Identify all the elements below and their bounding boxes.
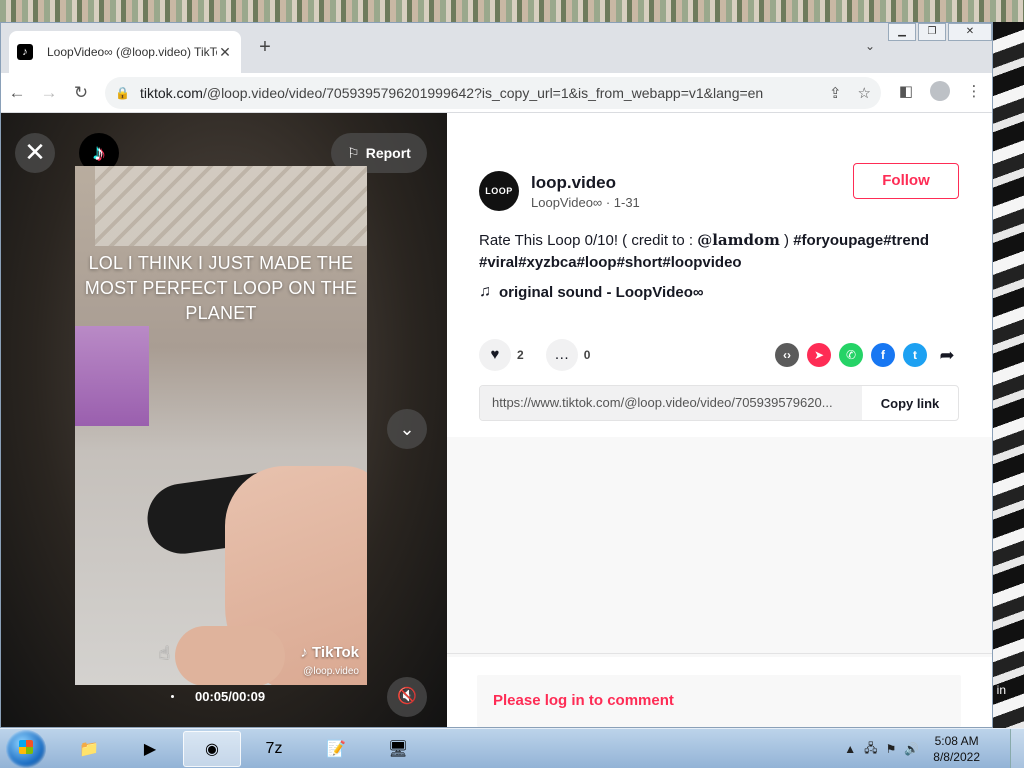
chrome-icon[interactable]: ◉	[183, 731, 241, 767]
divider	[447, 653, 992, 654]
bookmark-star-icon[interactable]: ☆	[858, 84, 871, 102]
report-label: Report	[365, 145, 411, 161]
video-scene-shelf	[95, 166, 367, 246]
forward-arrow-icon[interactable]: →	[33, 83, 65, 103]
notepad-icon[interactable]: 📝	[307, 731, 365, 767]
sound-link[interactable]: ♫ original sound - LoopVideo∞	[479, 283, 704, 301]
desktop-right-strip	[992, 22, 1024, 728]
comment-count: 0	[583, 348, 591, 362]
media-player-icon[interactable]: ▶	[121, 731, 179, 767]
window-close-button[interactable]: ✕	[948, 23, 992, 41]
twitter-icon[interactable]: t	[903, 343, 927, 367]
windows-logo-icon	[19, 740, 33, 754]
copy-link-button[interactable]: Copy link	[862, 396, 958, 411]
facebook-icon[interactable]: f	[871, 343, 895, 367]
task-manager-icon[interactable]: 🖥	[369, 731, 427, 767]
url-host: tiktok.com	[139, 85, 203, 101]
network-icon[interactable]: 🖧	[864, 739, 877, 760]
browser-tab[interactable]: ♪ LoopVideo∞ (@loop.video) TikTo ✕	[9, 31, 241, 73]
description-text: Rate This Loop 0/10! ( credit to :	[479, 232, 698, 249]
author-row: LOOP loop.video LoopVideo∞ · 1-31 Follow	[479, 163, 959, 211]
hand-cursor-icon: ☝	[159, 643, 170, 663]
author-subline: LoopVideo∞ · 1-31	[531, 194, 640, 210]
login-to-comment-link[interactable]: Please log in to comment	[477, 675, 961, 727]
embed-code-icon[interactable]: ‹›	[775, 343, 799, 367]
reload-icon[interactable]: ↻	[65, 83, 97, 103]
address-bar[interactable]: 🔒 tiktok.com/@loop.video/video/705939579…	[105, 77, 881, 109]
browser-toolbar: ← → ↻ 🔒 tiktok.com/@loop.video/video/705…	[1, 73, 992, 113]
back-arrow-icon[interactable]: ←	[1, 83, 33, 103]
comment-bubble-icon[interactable]: …	[545, 339, 578, 371]
minimize-button[interactable]: ▁	[888, 23, 916, 41]
toolbar-right: ◧ ⋮	[896, 81, 984, 101]
actions-row: ♥ 2 … 0 ‹› ➤ ✆ f t ➦	[479, 339, 959, 371]
video-description: Rate This Loop 0/10! ( credit to : @𝐥𝐚𝐦𝐝…	[479, 229, 949, 274]
video-time: 00:05/00:09	[195, 689, 266, 704]
flag-icon: ⚐	[347, 144, 360, 161]
progress-dot[interactable]	[171, 695, 174, 698]
side-panel-icon[interactable]: ◧	[896, 82, 916, 100]
clock-date: 8/8/2022	[933, 750, 980, 764]
copy-link-row: https://www.tiktok.com/@loop.video/video…	[479, 385, 959, 421]
video-player: ✕ ♪ ⚐ Report LOL I THINK I JUST MADE THE…	[1, 113, 447, 727]
window-controls: ▁ ❐ ✕	[888, 23, 992, 41]
tiktok-watermark: ♪ TikTok	[300, 644, 359, 661]
browser-window: ♪ LoopVideo∞ (@loop.video) TikTo ✕ + ⌄ ▁…	[0, 22, 993, 728]
url-text[interactable]: tiktok.com/@loop.video/video/70593957962…	[140, 85, 813, 101]
clock-time: 5:08 AM	[934, 734, 979, 748]
file-explorer-icon[interactable]: 📁	[60, 731, 118, 767]
share-page-icon[interactable]: ⇪	[829, 84, 842, 102]
close-video-button[interactable]: ✕	[15, 133, 55, 173]
share-arrow-icon[interactable]: ➦	[935, 345, 959, 366]
next-video-chevron-icon[interactable]: ⌄	[387, 409, 427, 449]
profile-avatar-icon[interactable]	[930, 81, 950, 101]
video-caption-text: LOL I THINK I JUST MADE THE MOST PERFECT…	[84, 253, 358, 323]
tray-expand-icon[interactable]: ▲	[844, 742, 856, 756]
description-text-after: )	[779, 232, 794, 249]
action-center-flag-icon[interactable]: ⚑	[886, 742, 897, 756]
tiktok-favicon-icon: ♪	[17, 44, 33, 60]
desktop-top-strip	[0, 0, 1024, 22]
restore-button[interactable]: ❐	[918, 23, 946, 41]
system-tray: ▲ 🖧 ⚑ 🔊 5:08 AM 8/8/2022	[844, 729, 980, 768]
video-frame[interactable]: LOL I THINK I JUST MADE THE MOST PERFECT…	[75, 166, 367, 685]
mute-speaker-icon[interactable]: 🔇	[387, 677, 427, 717]
desktop-edge-text: in	[996, 683, 1006, 697]
video-info-panel: LOOP loop.video LoopVideo∞ · 1-31 Follow…	[447, 113, 992, 727]
tab-search-chevron-icon[interactable]: ⌄	[865, 39, 875, 53]
music-note-icon: ♫	[479, 283, 491, 300]
send-to-friends-icon[interactable]: ➤	[807, 343, 831, 367]
tab-title: LoopVideo∞ (@loop.video) TikTo	[47, 45, 217, 59]
url-path: /@loop.video/video/7059395796201999642?i…	[202, 85, 764, 101]
share-link-field[interactable]: https://www.tiktok.com/@loop.video/video…	[480, 386, 862, 420]
follow-button[interactable]: Follow	[853, 163, 959, 199]
video-scene-finger	[175, 626, 285, 685]
start-button[interactable]	[6, 730, 46, 768]
author-avatar[interactable]: LOOP	[479, 171, 519, 211]
comments-area	[447, 437, 992, 657]
author-handle[interactable]: loop.video	[531, 173, 640, 193]
mention-link[interactable]: @𝐥𝐚𝐦𝐝𝐨𝐦	[697, 231, 780, 249]
author-text: loop.video LoopVideo∞ · 1-31	[531, 173, 640, 210]
watermark-username: @loop.video	[303, 666, 359, 677]
video-scene-box	[75, 326, 149, 426]
7zip-icon[interactable]: 7z	[245, 731, 303, 767]
tab-close-icon[interactable]: ✕	[217, 44, 233, 61]
clock[interactable]: 5:08 AM 8/8/2022	[933, 733, 980, 765]
whatsapp-icon[interactable]: ✆	[839, 343, 863, 367]
sound-label: original sound - LoopVideo∞	[499, 283, 704, 301]
like-heart-icon[interactable]: ♥	[479, 339, 511, 371]
lock-icon[interactable]: 🔒	[115, 86, 130, 100]
menu-kebab-icon[interactable]: ⋮	[964, 82, 984, 100]
windows-taskbar: 📁 ▶ ◉ 7z 📝 🖥 ▲ 🖧 ⚑ 🔊 5:08 AM 8/8/2022	[0, 728, 1024, 768]
new-tab-button[interactable]: +	[255, 36, 275, 59]
show-desktop-button[interactable]	[1010, 729, 1024, 768]
title-bar: ♪ LoopVideo∞ (@loop.video) TikTo ✕ + ⌄ ▁…	[1, 23, 992, 73]
share-icons: ‹› ➤ ✆ f t ➦	[775, 343, 959, 367]
page-content: ✕ ♪ ⚐ Report LOL I THINK I JUST MADE THE…	[1, 113, 992, 727]
volume-icon[interactable]: 🔊	[904, 742, 919, 756]
like-count: 2	[517, 348, 524, 362]
